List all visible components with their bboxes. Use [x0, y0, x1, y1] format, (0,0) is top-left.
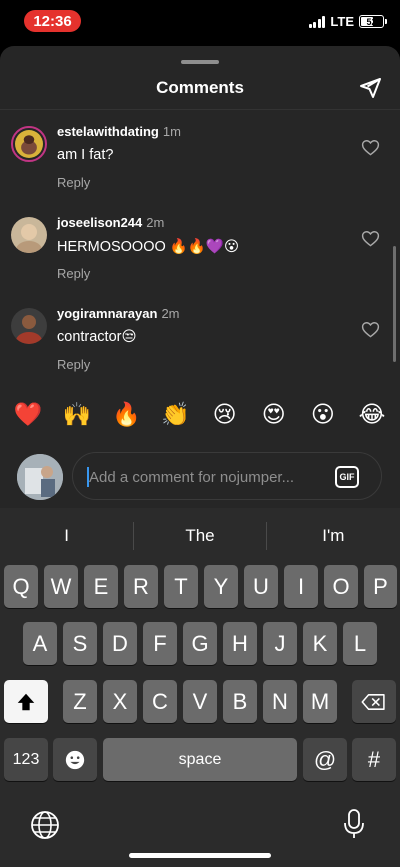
reaction-laugh[interactable]: 😂 — [352, 401, 392, 428]
sheet-grabber[interactable] — [181, 60, 219, 64]
avatar-image — [11, 308, 47, 344]
reaction-cry[interactable]: 😢 — [205, 401, 245, 428]
delete-key[interactable] — [352, 680, 396, 723]
key-w[interactable]: W — [44, 565, 78, 608]
key-s[interactable]: S — [63, 622, 97, 665]
key-u[interactable]: U — [244, 565, 278, 608]
battery-level: 52 — [366, 16, 377, 27]
numbers-key[interactable]: 123 — [4, 738, 48, 781]
backspace-icon — [361, 693, 385, 710]
comment-text: contractor😒 — [57, 329, 137, 345]
emoji-key[interactable] — [53, 738, 97, 781]
key-h[interactable]: H — [223, 622, 257, 665]
emoji-face-icon — [65, 750, 85, 769]
avatar[interactable] — [11, 217, 47, 253]
avatar-image — [17, 454, 63, 500]
key-e[interactable]: E — [84, 565, 118, 608]
reaction-clap[interactable]: 👏 — [155, 401, 195, 428]
signal-icon — [308, 15, 326, 28]
reply-button[interactable]: Reply — [57, 357, 90, 372]
key-g[interactable]: G — [183, 622, 217, 665]
comment-time: 2m — [146, 215, 165, 230]
battery-icon: 52 — [359, 15, 387, 28]
reaction-heart[interactable]: ❤️ — [8, 401, 48, 428]
avatar[interactable] — [11, 308, 47, 344]
status-bar: 12:36 LTE 52 — [0, 0, 400, 44]
comment-item: yogiramnarayan 2m contractor😒 Reply — [0, 300, 400, 380]
globe-icon[interactable] — [30, 810, 60, 840]
comment-placeholder: Add a comment for nojumper... — [89, 469, 295, 486]
key-v[interactable]: V — [183, 680, 217, 723]
key-j[interactable]: J — [263, 622, 297, 665]
at-key[interactable]: @ — [303, 738, 347, 781]
microphone-icon[interactable] — [342, 808, 366, 840]
key-r[interactable]: R — [124, 565, 158, 608]
heart-icon[interactable] — [361, 229, 380, 248]
key-i[interactable]: I — [284, 565, 318, 608]
my-avatar — [17, 454, 63, 500]
gif-button[interactable]: GIF — [335, 466, 359, 488]
key-p[interactable]: P — [364, 565, 397, 608]
key-t[interactable]: T — [164, 565, 198, 608]
avatar[interactable] — [11, 126, 47, 162]
comment-username[interactable]: yogiramnarayan 2m — [57, 306, 180, 321]
suggestion-1[interactable]: I — [0, 516, 133, 556]
home-indicator[interactable] — [129, 853, 271, 858]
key-y[interactable]: Y — [204, 565, 238, 608]
key-m[interactable]: M — [303, 680, 337, 723]
key-n[interactable]: N — [263, 680, 297, 723]
avatar-image — [15, 130, 43, 158]
key-l[interactable]: L — [343, 622, 377, 665]
comment-time: 2m — [161, 306, 180, 321]
comment-username[interactable]: joseelison244 2m — [57, 215, 164, 230]
avatar-image — [11, 217, 47, 253]
heart-icon[interactable] — [361, 138, 380, 157]
comment-item: estelawithdating 1m am I fat? Reply — [0, 118, 400, 198]
key-a[interactable]: A — [23, 622, 57, 665]
status-indicators: LTE 52 — [308, 14, 387, 29]
reaction-heart-eyes[interactable]: 😍 — [254, 401, 294, 428]
reaction-raised-hands[interactable]: 🙌 — [57, 401, 97, 428]
comment-time: 1m — [162, 124, 181, 139]
comment-text: am I fat? — [57, 147, 114, 163]
key-o[interactable]: O — [324, 565, 358, 608]
comment-input[interactable]: Add a comment for nojumper... GIF — [72, 452, 382, 500]
predictive-bar: I The I'm — [0, 516, 400, 556]
reply-button[interactable]: Reply — [57, 175, 90, 190]
suggestion-3[interactable]: I'm — [267, 516, 400, 556]
key-z[interactable]: Z — [63, 680, 97, 723]
space-key[interactable]: space — [103, 738, 297, 781]
sheet-title: Comments — [156, 78, 244, 97]
key-b[interactable]: B — [223, 680, 257, 723]
shift-arrow-icon — [17, 693, 35, 710]
reply-button[interactable]: Reply — [57, 266, 90, 281]
header-divider — [0, 109, 400, 110]
comments-scrollbar[interactable] — [393, 246, 396, 362]
heart-icon[interactable] — [361, 320, 380, 339]
comment-username[interactable]: estelawithdating 1m — [57, 124, 181, 139]
suggestion-divider — [266, 522, 267, 550]
comment-item: joseelison244 2m HERMOSOOOO 🔥🔥💜😮 Reply — [0, 209, 400, 289]
key-q[interactable]: Q — [4, 565, 38, 608]
key-x[interactable]: X — [103, 680, 137, 723]
hash-key[interactable]: # — [352, 738, 396, 781]
network-label: LTE — [330, 14, 354, 29]
suggestion-2[interactable]: The — [133, 516, 266, 556]
reaction-surprised[interactable]: 😮 — [303, 401, 343, 428]
keyboard: I The I'm Q W E R T Y U I O P A S D F G … — [0, 508, 400, 867]
quick-reactions: ❤️ 🙌 🔥 👏 😢 😍 😮 😂 — [8, 401, 392, 428]
comment-text: HERMOSOOOO 🔥🔥💜😮 — [57, 239, 240, 255]
key-d[interactable]: D — [103, 622, 137, 665]
shift-key[interactable] — [4, 680, 48, 723]
comment-input-row: Add a comment for nojumper... GIF — [0, 446, 400, 508]
key-f[interactable]: F — [143, 622, 177, 665]
status-time: 12:36 — [24, 10, 81, 32]
suggestion-divider — [133, 522, 134, 550]
reaction-fire[interactable]: 🔥 — [106, 401, 146, 428]
share-send-icon[interactable] — [358, 76, 382, 100]
key-k[interactable]: K — [303, 622, 337, 665]
key-c[interactable]: C — [143, 680, 177, 723]
